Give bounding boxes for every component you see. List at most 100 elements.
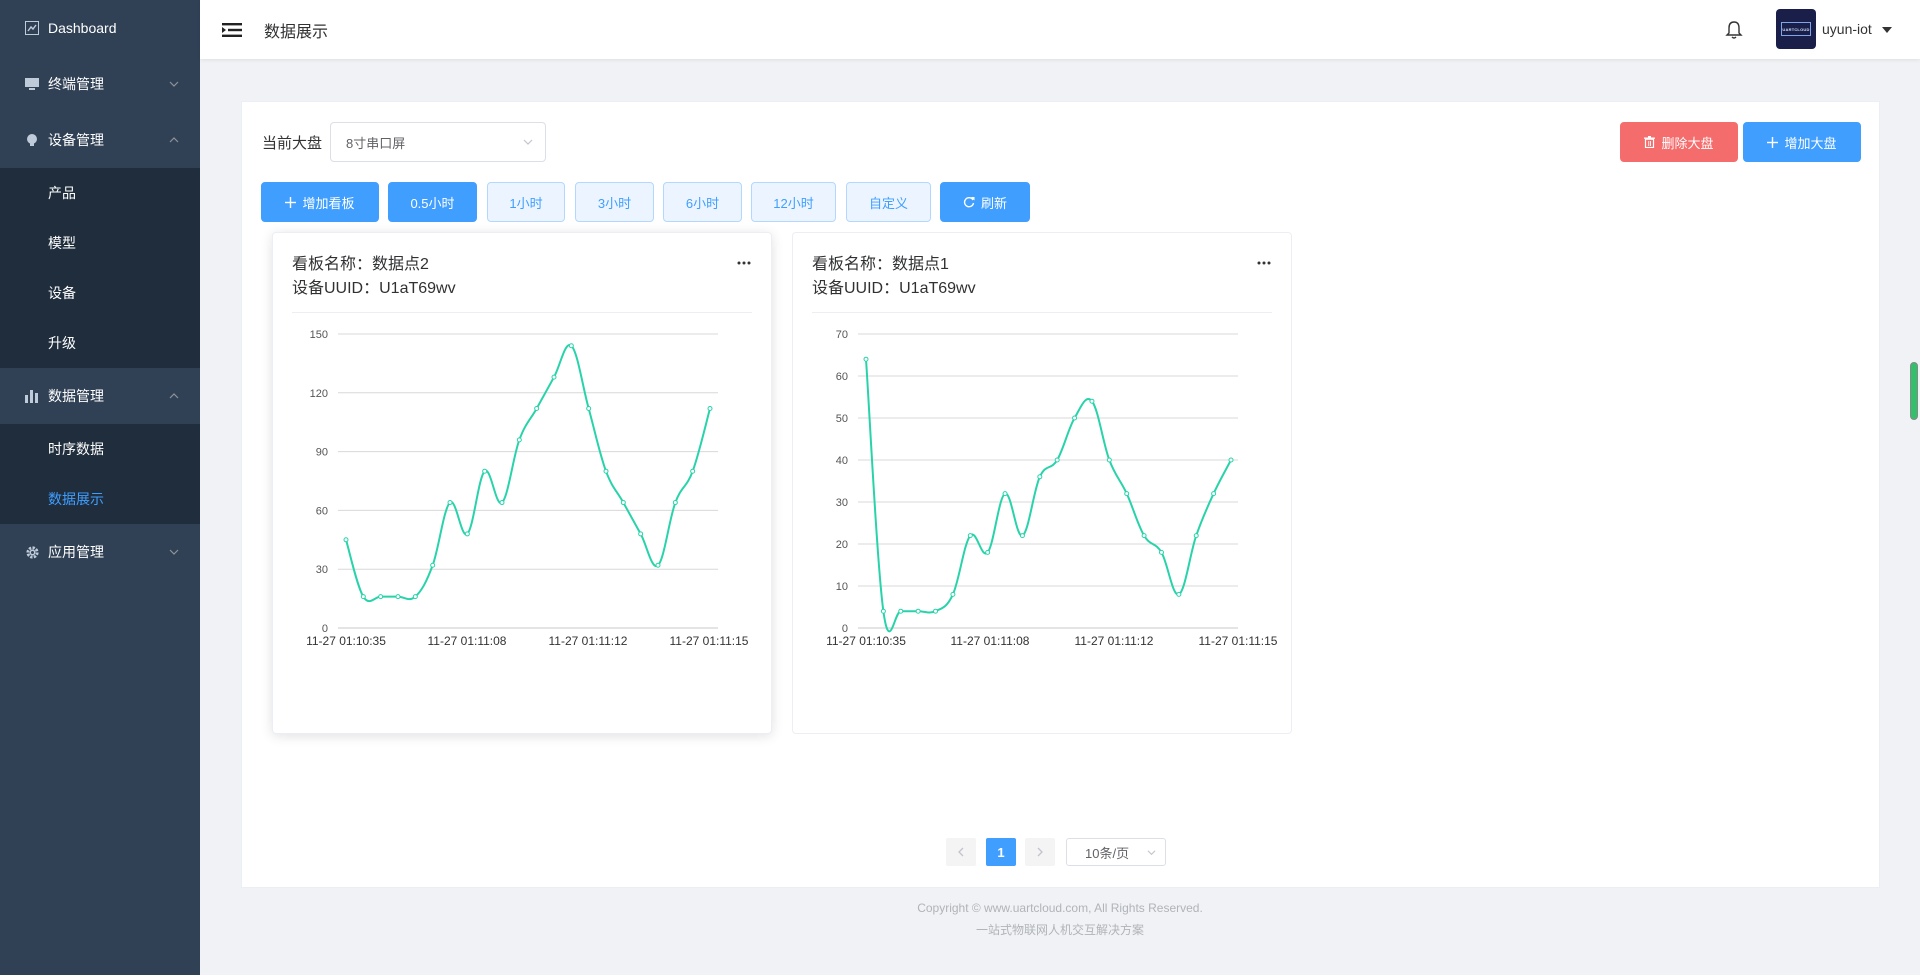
chevron-right-icon: [1037, 847, 1043, 857]
sidebar-item-data-display[interactable]: 数据展示: [0, 474, 200, 524]
bell-icon[interactable]: [1724, 20, 1744, 40]
avatar-logo: UARTCLOUD: [1781, 22, 1811, 36]
data-point: [447, 500, 453, 506]
data-point: [1158, 549, 1164, 555]
data-point: [586, 405, 592, 411]
refresh-icon: [963, 196, 975, 208]
page-size-select[interactable]: 10条/页: [1066, 838, 1166, 866]
data-point: [378, 594, 384, 600]
more-icon[interactable]: [1256, 255, 1272, 271]
range-custom-button[interactable]: 自定义: [846, 182, 931, 222]
line-chart-2: 01020304050607011-27 01:10:35 11-27 01:11…: [826, 329, 1278, 648]
avatar[interactable]: UARTCLOUD: [1776, 9, 1816, 49]
chart-grid: 010203040506070: [836, 329, 1238, 635]
data-point: [707, 405, 713, 411]
board-select-value: 8寸串口屏: [346, 135, 406, 151]
dashboard-card: 当前大盘 8寸串口屏 删除大盘 增加大盘 增加看板 0.5小时 1小时 3小时 …: [241, 101, 1880, 888]
y-tick-label: 70: [836, 329, 848, 341]
data-point: [880, 608, 886, 614]
y-tick-label: 40: [836, 455, 848, 467]
data-point: [603, 468, 609, 474]
page-title: 数据展示: [264, 23, 329, 41]
data-point: [1002, 491, 1008, 497]
data-point: [516, 437, 522, 443]
data-point: [1019, 533, 1025, 539]
data-point: [1228, 457, 1234, 463]
menu-app-label: 应用管理: [48, 544, 104, 560]
board-select[interactable]: 8寸串口屏: [330, 122, 546, 162]
y-tick-label: 60: [836, 371, 848, 383]
range-6h-button[interactable]: 6小时: [663, 182, 742, 222]
gear-icon: [24, 544, 40, 560]
menu-data-management[interactable]: 数据管理: [0, 368, 200, 424]
chart-panel-2: 看板名称：数据点1 设备UUID：U1aT69wv 0 10 20 30 40 50 60 7…: [792, 232, 1292, 734]
page-number-current[interactable]: 1: [986, 838, 1016, 866]
next-page-button[interactable]: [1025, 838, 1055, 866]
refresh-button[interactable]: 刷新: [940, 182, 1030, 222]
caret-down-icon[interactable]: [1882, 27, 1892, 33]
data-point: [1211, 491, 1217, 497]
delete-board-label: 删除大盘: [1661, 135, 1714, 151]
chevron-up-icon: [169, 137, 179, 143]
username[interactable]: uyun-iot: [1822, 21, 1872, 37]
add-board-button[interactable]: 增加大盘: [1743, 122, 1861, 162]
device-submenu: 产品 模型 设备 升级: [0, 168, 200, 368]
plus-icon: [285, 196, 297, 208]
data-point: [360, 594, 366, 600]
add-board-label: 增加大盘: [1784, 135, 1837, 151]
range-1h-button[interactable]: 1小时: [487, 182, 565, 222]
panel-header: 看板名称：数据点2 设备UUID：U1aT69wv: [292, 253, 752, 313]
page-size-value: 10条/页: [1085, 845, 1130, 861]
data-point: [1089, 398, 1095, 404]
data-point: [620, 500, 626, 506]
sidebar-item-upgrade[interactable]: 升级: [0, 318, 200, 368]
data-point: [638, 531, 644, 537]
plus-icon: [1767, 136, 1779, 148]
range-3h-button[interactable]: 3小时: [575, 182, 654, 222]
add-panel-button[interactable]: 增加看板: [261, 182, 379, 222]
refresh-label: 刷新: [980, 195, 1007, 211]
data-point: [482, 468, 488, 474]
data-point: [915, 608, 921, 614]
data-point: [985, 549, 991, 555]
menu-device-label: 设备管理: [48, 132, 104, 148]
sidebar-item-device[interactable]: 设备: [0, 268, 200, 318]
range-12h-button[interactable]: 12小时: [751, 182, 836, 222]
data-point: [1054, 457, 1060, 463]
data-point: [863, 356, 869, 362]
data-submenu: 时序数据 数据展示: [0, 424, 200, 524]
sidebar-item-model[interactable]: 模型: [0, 218, 200, 268]
sidebar-item-product[interactable]: 产品: [0, 168, 200, 218]
range-0-5h-button[interactable]: 0.5小时: [388, 182, 477, 222]
y-tick-label: 60: [316, 505, 328, 517]
chevron-down-icon: [169, 549, 179, 555]
data-point: [343, 537, 349, 543]
menu-app-management[interactable]: 应用管理: [0, 524, 200, 580]
x-tick-label: 11-27 01:11:15: [670, 634, 749, 648]
menu-terminal-management[interactable]: 终端管理: [0, 56, 200, 112]
y-tick-label: 50: [836, 413, 848, 425]
series-line: [345, 344, 711, 603]
panel-name: 看板名称：数据点1: [812, 256, 949, 273]
menu-device-management[interactable]: 设备管理: [0, 112, 200, 168]
menu-fold-icon[interactable]: [222, 20, 242, 40]
y-tick-label: 30: [316, 564, 328, 576]
sidebar: Dashboard 终端管理 设备管理 产品 模型 设备 升级 数据管理 时序数…: [0, 0, 200, 975]
prev-page-button[interactable]: [946, 838, 976, 866]
y-tick-label: 120: [310, 388, 328, 400]
data-point: [568, 343, 574, 349]
panel-device-uuid: 设备UUID：U1aT69wv: [812, 280, 976, 297]
scrollbar-thumb[interactable]: [1910, 362, 1918, 420]
x-tick-label: 11-27 01:11:12: [549, 634, 628, 648]
more-icon[interactable]: [736, 255, 752, 271]
footer-copyright: Copyright © www.uartcloud.com, All Right…: [917, 901, 1203, 915]
data-point: [464, 531, 470, 537]
chevron-up-icon: [169, 393, 179, 399]
y-tick-label: 150: [310, 329, 328, 341]
sidebar-item-timeseries[interactable]: 时序数据: [0, 424, 200, 474]
bulb-icon: [24, 132, 40, 148]
add-panel-label: 增加看板: [302, 195, 355, 211]
delete-board-button[interactable]: 删除大盘: [1620, 122, 1738, 162]
x-tick-label: 11-27 01:11:08: [428, 634, 507, 648]
menu-dashboard[interactable]: Dashboard: [0, 0, 200, 56]
